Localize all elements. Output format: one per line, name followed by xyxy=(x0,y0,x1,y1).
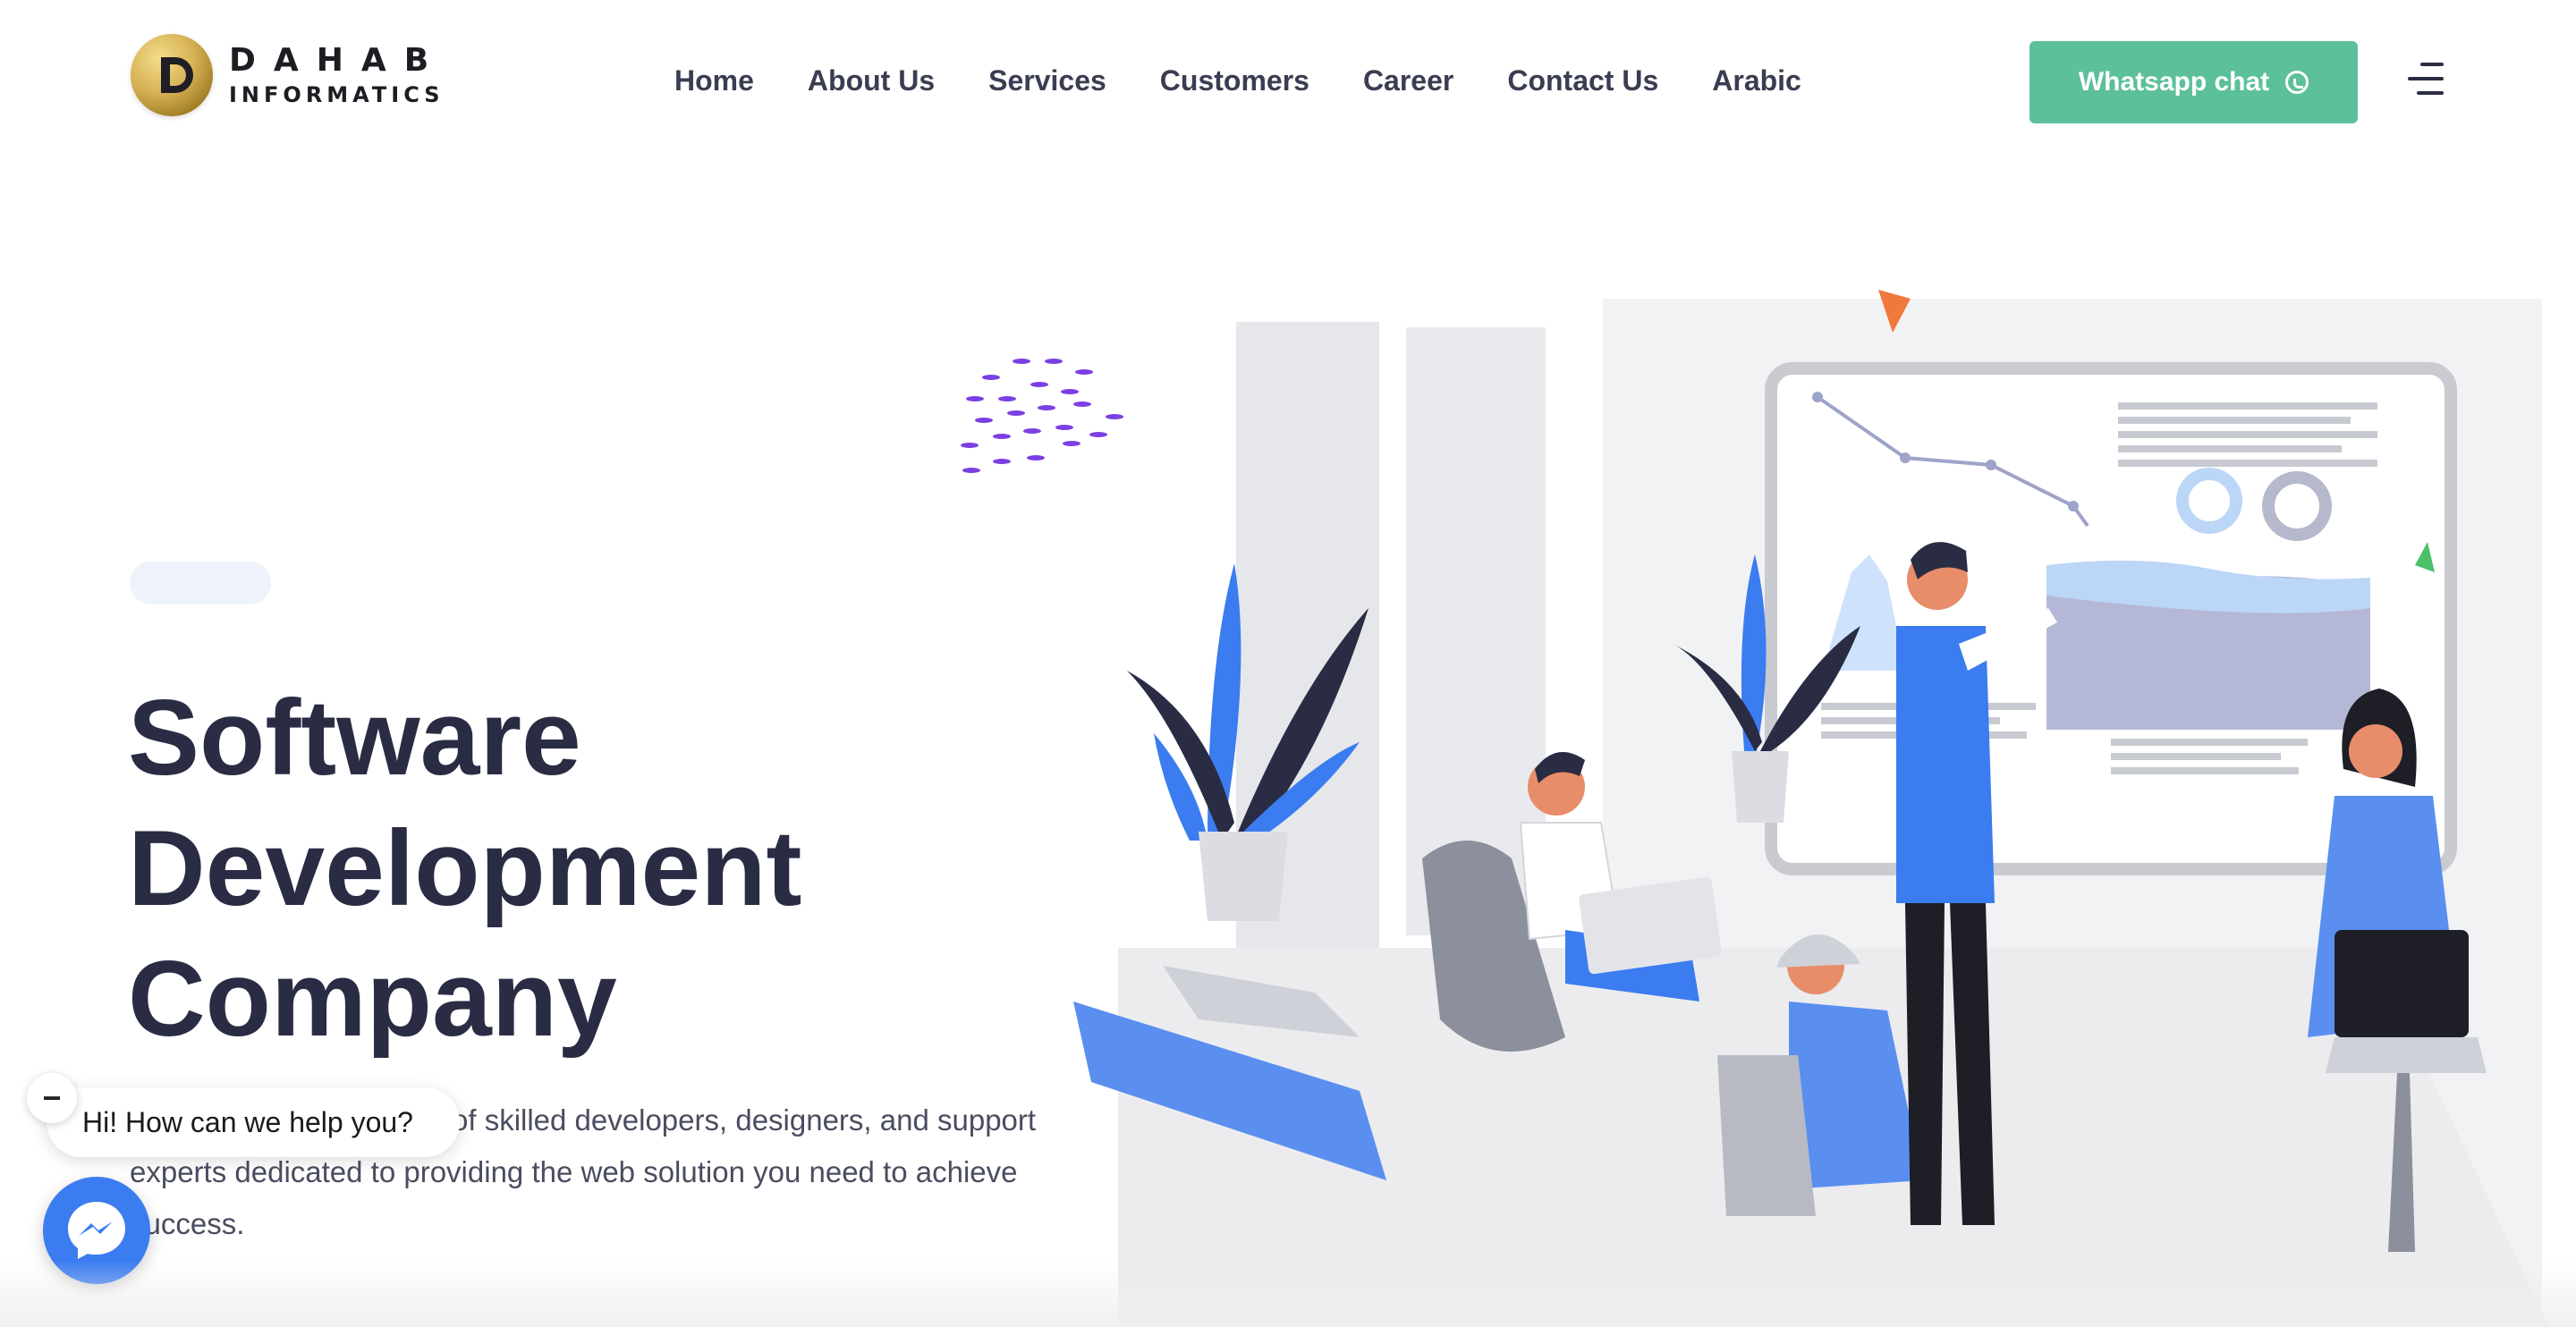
chat-close-button[interactable]: − xyxy=(27,1073,77,1123)
nav-arabic[interactable]: Arabic xyxy=(1712,64,1801,97)
minus-icon: − xyxy=(42,1079,62,1116)
site-header: DAHAB INFORMATICS Home About Us Services… xyxy=(0,0,2576,166)
main-nav: Home About Us Services Customers Career … xyxy=(674,64,1801,97)
hamburger-menu-icon[interactable] xyxy=(2408,63,2444,95)
messenger-chat-button[interactable] xyxy=(43,1177,150,1284)
nav-about-us[interactable]: About Us xyxy=(808,64,935,97)
nav-contact-us[interactable]: Contact Us xyxy=(1507,64,1658,97)
hero-title-line-2: Development xyxy=(128,808,802,928)
whatsapp-chat-label: Whatsapp chat xyxy=(2078,67,2270,97)
hero-title-line-1: Software xyxy=(128,678,581,798)
nav-customers[interactable]: Customers xyxy=(1160,64,1309,97)
purple-dots-decoration xyxy=(961,359,1123,473)
whatsapp-icon xyxy=(2285,71,2309,94)
nav-career[interactable]: Career xyxy=(1363,64,1453,97)
hero-title-line-3: Company xyxy=(128,939,617,1059)
chat-greeting-text: Hi! How can we help you? xyxy=(82,1105,413,1138)
nav-home[interactable]: Home xyxy=(674,64,754,97)
logo-line-1: DAHAB xyxy=(229,42,447,79)
logo-mark-icon xyxy=(131,34,213,116)
dahab-logo[interactable]: DAHAB INFORMATICS xyxy=(131,34,446,116)
team-meeting-illustration xyxy=(961,290,2549,1327)
messenger-icon xyxy=(68,1202,125,1259)
logo-wordmark: DAHAB INFORMATICS xyxy=(229,45,446,106)
whatsapp-chat-button[interactable]: Whatsapp chat xyxy=(2029,41,2358,123)
logo-line-2: INFORMATICS xyxy=(229,82,445,107)
nav-services[interactable]: Services xyxy=(988,64,1106,97)
chat-greeting-bubble[interactable]: Hi! How can we help you? xyxy=(47,1087,460,1157)
hero-tag-pill xyxy=(130,562,271,604)
hero-title: Software Development Company xyxy=(128,672,802,1064)
